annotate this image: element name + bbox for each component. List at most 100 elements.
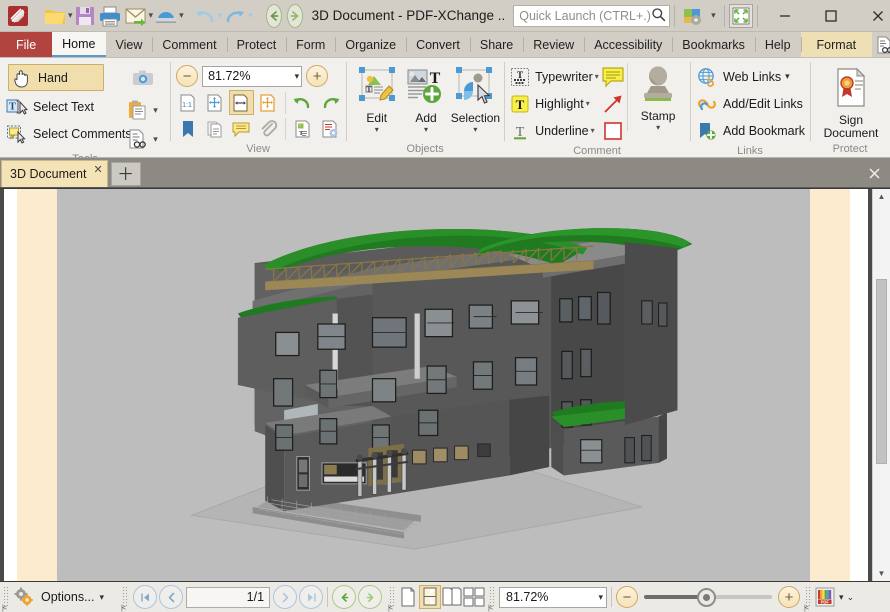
back-arrow-icon[interactable] [265, 3, 282, 28]
selection-button[interactable]: Selection ▾ [451, 65, 500, 134]
two-page-continuous-icon[interactable] [463, 585, 485, 609]
last-page-button[interactable] [299, 585, 324, 609]
selection-caret-icon[interactable]: ▾ [473, 125, 477, 134]
actual-size-icon[interactable]: 1:1 [176, 90, 201, 115]
nav-forward-button[interactable] [358, 585, 383, 609]
theme-caret-icon[interactable]: ▾ [839, 592, 844, 603]
tab-form[interactable]: Form [286, 32, 335, 57]
tab-home[interactable]: Home [52, 32, 106, 57]
zoom-slider[interactable] [644, 587, 773, 607]
fit-visible-icon[interactable] [256, 90, 281, 115]
tab-convert[interactable]: Convert [406, 32, 470, 57]
vertical-scrollbar[interactable]: ▲ ▼ [872, 189, 890, 581]
zoom-caret-icon[interactable]: ▾ [295, 71, 300, 82]
customize-toolbar-icon[interactable] [679, 2, 707, 30]
arrow-annotation-icon[interactable] [600, 90, 625, 117]
rotate-right-icon[interactable] [318, 90, 343, 115]
tab-bookmarks[interactable]: Bookmarks [672, 32, 755, 57]
zoom-out-button[interactable]: − [176, 65, 199, 87]
underline-caret-icon[interactable]: ▾ [591, 126, 595, 135]
scroll-up-icon[interactable]: ▲ [873, 189, 890, 204]
nav-back-button[interactable] [332, 585, 357, 609]
scan-caret-icon[interactable]: ▾ [179, 3, 184, 29]
stamp-caret-icon[interactable]: ▾ [656, 123, 660, 132]
minimize-button[interactable] [762, 0, 808, 31]
rotate-left-icon[interactable] [291, 90, 316, 115]
find-caret-icon[interactable]: ▾ [149, 126, 162, 152]
document-find-icon[interactable] [124, 127, 149, 152]
options-caret-icon[interactable]: ▾ [100, 592, 105, 603]
gears-options-icon[interactable] [11, 585, 37, 609]
clipboard-paste-icon[interactable] [124, 98, 149, 123]
add-bookmark-button[interactable]: Add Bookmark [696, 117, 806, 144]
add-objects-button[interactable]: T Add ▾ [401, 65, 450, 134]
statusbar-grip-view[interactable] [388, 586, 397, 612]
scroll-thumb[interactable] [876, 279, 887, 464]
add-edit-links-button[interactable]: Add/Edit Links [696, 90, 806, 117]
email-send-icon[interactable] [123, 2, 149, 30]
properties-icon[interactable] [318, 116, 343, 141]
statusbar-zoom-out-button[interactable]: − [616, 586, 639, 608]
maximize-button[interactable] [808, 0, 854, 31]
select-text-button[interactable]: T Select Text [6, 93, 118, 120]
zoom-in-button[interactable]: + [306, 65, 329, 87]
save-floppy-icon[interactable] [73, 2, 97, 30]
add-caret-icon[interactable]: ▾ [424, 125, 428, 134]
sticky-note-icon[interactable] [600, 63, 625, 90]
web-links-caret-icon[interactable]: ▾ [785, 71, 790, 82]
tab-comment[interactable]: Comment [152, 32, 226, 57]
thumbnails-pane-icon[interactable] [203, 116, 228, 141]
printer-icon[interactable] [97, 2, 123, 30]
open-folder-icon[interactable] [42, 2, 68, 30]
statusbar-grip-theme[interactable] [804, 586, 813, 612]
zoom-level-input[interactable]: 81.72% ▾ [202, 65, 303, 87]
statusbar-zoom-in-button[interactable]: + [778, 586, 801, 608]
fit-page-icon[interactable] [203, 90, 228, 115]
clipboard-caret-icon[interactable]: ▾ [149, 97, 162, 123]
stamp-button[interactable]: Stamp ▾ [632, 63, 684, 132]
fullscreen-icon[interactable] [728, 3, 753, 28]
tab-review[interactable]: Review [523, 32, 584, 57]
statusbar-grip-pages[interactable] [121, 586, 130, 612]
tab-file[interactable]: File [0, 32, 53, 57]
customize-caret-icon[interactable]: ▾ [707, 3, 720, 29]
hand-tool-button[interactable]: Hand [8, 64, 104, 91]
close-icon[interactable]: ✕ [93, 163, 102, 176]
tab-organize[interactable]: Organize [335, 32, 406, 57]
web-links-button[interactable]: Web Links ▾ [696, 63, 806, 90]
statusbar-grip-options[interactable] [2, 586, 10, 612]
first-page-button[interactable] [133, 585, 158, 609]
quick-launch-input[interactable]: Quick Launch (CTRL+.) [513, 4, 670, 27]
highlight-caret-icon[interactable]: ▾ [586, 99, 590, 108]
tab-share[interactable]: Share [469, 32, 523, 57]
content-pane-icon[interactable]: T [291, 116, 316, 141]
next-page-button[interactable] [273, 585, 298, 609]
underline-button[interactable]: T Underline ▾ [510, 117, 598, 144]
typewriter-button[interactable]: T Typewriter ▾ [510, 63, 599, 90]
close-all-tabs-button[interactable] [862, 162, 886, 184]
single-page-view-icon[interactable] [397, 585, 419, 609]
edit-objects-button[interactable]: T Edit ▾ [352, 65, 401, 134]
document-tab-3d-document[interactable]: 3D Document ✕ [1, 160, 108, 187]
scanner-icon[interactable] [153, 2, 179, 30]
typewriter-caret-icon[interactable]: ▾ [595, 72, 599, 81]
statusbar-zoom-input[interactable]: 81.72% ▾ [499, 586, 608, 608]
search-icon[interactable] [651, 7, 666, 25]
single-page-continuous-icon[interactable] [419, 585, 442, 609]
sign-document-button[interactable]: Sign Document [816, 65, 886, 139]
tab-view[interactable]: View [106, 32, 153, 57]
options-label[interactable]: Options... [41, 590, 95, 604]
fit-width-icon[interactable] [229, 90, 254, 115]
tab-protect[interactable]: Protect [226, 32, 287, 57]
scroll-down-icon[interactable]: ▼ [873, 566, 890, 581]
camera-snapshot-icon[interactable] [130, 65, 155, 91]
highlight-button[interactable]: T Highlight ▾ [510, 90, 598, 117]
statusbar-zoom-caret-icon[interactable]: ▾ [599, 592, 604, 603]
tab-accessibility[interactable]: Accessibility [584, 32, 672, 57]
statusbar-grip-zoom[interactable] [488, 586, 497, 612]
3d-document-canvas[interactable] [57, 189, 810, 581]
tab-format[interactable]: Format [800, 32, 873, 57]
document-find-icon[interactable] [872, 33, 890, 57]
bookmarks-pane-icon[interactable] [176, 116, 201, 141]
forward-arrow-icon[interactable] [286, 3, 303, 28]
